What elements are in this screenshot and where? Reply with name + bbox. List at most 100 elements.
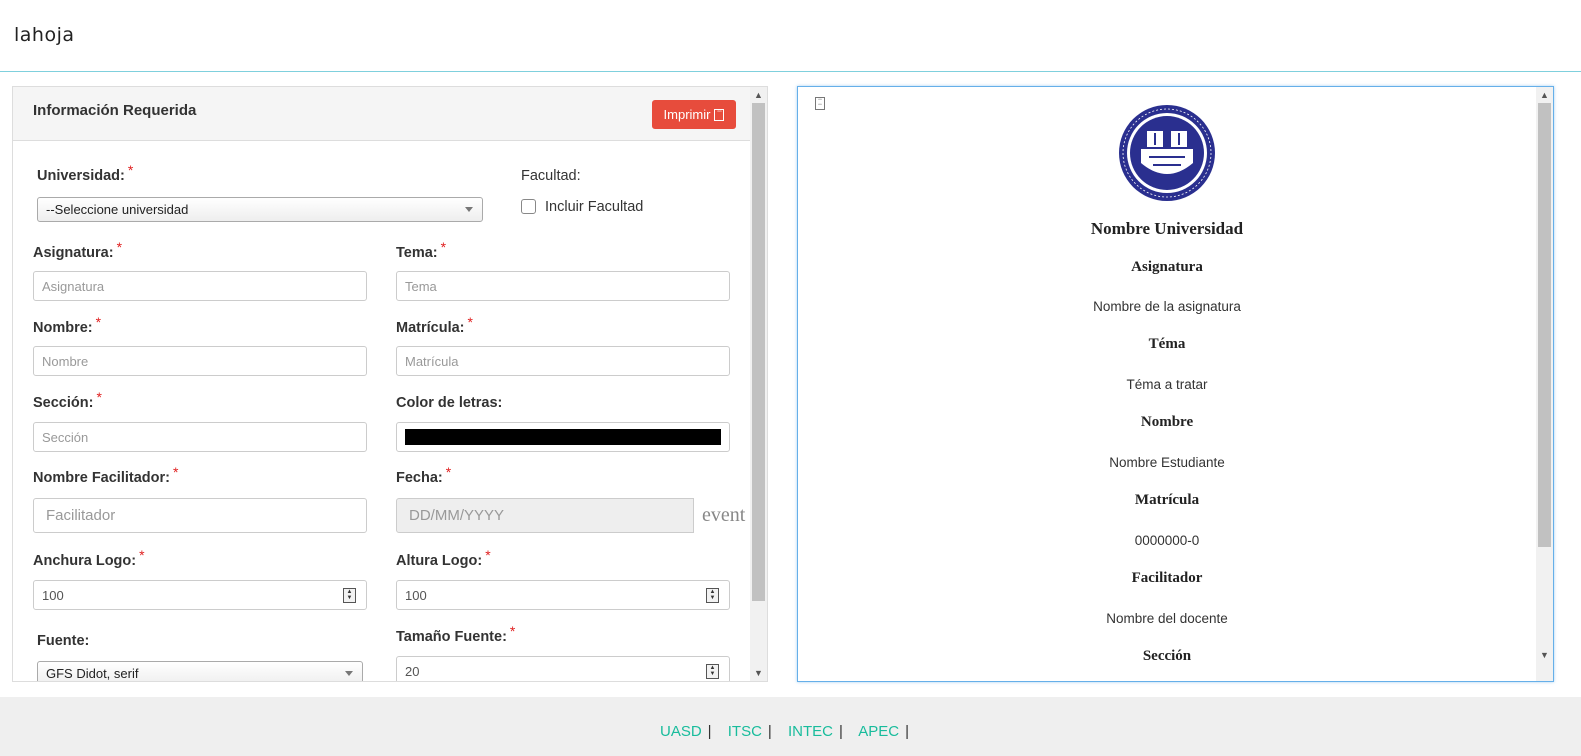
tema-placeholder: Tema (405, 278, 437, 294)
nombre-label: Nombre: * (33, 314, 101, 336)
fuente-selected: GFS Didot, serif (46, 666, 139, 681)
facilitador-label-text: Nombre Facilitador: (33, 470, 170, 486)
altura-logo-label: Altura Logo: * (396, 547, 491, 569)
preview-nombre-heading: Nombre (1140, 414, 1194, 430)
tema-input[interactable]: Tema (396, 271, 730, 301)
fuente-label: Fuente: (37, 633, 90, 649)
preview-matricula-heading: Matrícula (1134, 492, 1200, 508)
number-stepper-icon[interactable]: ▲ ▼ (343, 588, 356, 603)
preview-facilitador-heading: Facilitador (1131, 570, 1203, 586)
scroll-up-icon[interactable]: ▲ (1536, 87, 1553, 103)
matricula-label: Matrícula: * (396, 314, 473, 336)
brand-link[interactable]: lahoja (14, 24, 75, 46)
nombre-label-text: Nombre: (33, 320, 93, 336)
university-seal-logo (1119, 105, 1215, 201)
seccion-placeholder: Sección (42, 429, 89, 445)
asignatura-placeholder: Asignatura (42, 278, 105, 294)
number-stepper-icon[interactable]: ▲ ▼ (706, 664, 719, 679)
facilitador-input[interactable]: Facilitador (33, 498, 367, 533)
matricula-label-text: Matrícula: (396, 320, 465, 336)
required-asterisk: * (485, 547, 491, 563)
scroll-down-icon[interactable]: ▼ (750, 665, 767, 681)
preview-universidad: Nombre Universidad (1090, 219, 1244, 238)
preview-nombre-text: Nombre Estudiante (1109, 455, 1225, 470)
navbar: lahoja (0, 0, 1581, 72)
broken-image-icon: ▫▫ ▫▫ (815, 97, 825, 110)
altura-logo-value: 100 (405, 587, 427, 603)
form-scrollbar[interactable]: ▲ ▼ (750, 87, 767, 681)
seccion-input[interactable]: Sección (33, 422, 367, 452)
universidad-selected: --Seleccione universidad (46, 202, 189, 217)
tema-label: Tema: * (396, 239, 446, 261)
preview-tema-text: Téma a tratar (1126, 377, 1208, 392)
asignatura-input[interactable]: Asignatura (33, 271, 367, 301)
scrollbar-thumb[interactable] (752, 103, 765, 601)
required-asterisk: * (96, 389, 102, 405)
panel-title: Información Requerida (33, 102, 197, 119)
facilitador-placeholder: Facilitador (46, 507, 116, 524)
footer: UASD | ITSC | INTEC | APEC | (0, 697, 1581, 756)
facilitador-label: Nombre Facilitador: * (33, 464, 178, 486)
matricula-input[interactable]: Matrícula (396, 346, 730, 376)
panel-heading: Información Requerida Imprimir ▫▫ (13, 87, 751, 141)
color-letras-label: Color de letras: (396, 395, 503, 411)
footer-link-uasd[interactable]: UASD (660, 723, 702, 740)
chevron-down-icon (465, 207, 473, 212)
universidad-label-text: Universidad: (37, 168, 125, 184)
incluir-facultad-label: Incluir Facultad (545, 199, 644, 215)
incluir-facultad-checkbox[interactable] (521, 199, 536, 214)
anchura-logo-label-text: Anchura Logo: (33, 553, 137, 569)
required-asterisk: * (95, 314, 102, 330)
fecha-label: Fecha: * (396, 464, 451, 486)
color-swatch (405, 429, 721, 445)
footer-link-intec[interactable]: INTEC (788, 723, 833, 740)
altura-logo-label-text: Altura Logo: (396, 553, 483, 569)
print-button[interactable]: Imprimir ▫▫ (652, 100, 736, 129)
form-panel: Información Requerida Imprimir ▫▫ Univer… (12, 86, 768, 682)
seccion-label-text: Sección: (33, 395, 94, 411)
scrollbar-thumb[interactable] (1538, 103, 1551, 547)
preview-facilitador-text: Nombre del docente (1106, 611, 1228, 626)
tamano-fuente-value: 20 (405, 663, 420, 679)
preview-scrollbar[interactable]: ▲ ▼ (1536, 87, 1553, 681)
separator: | (767, 723, 772, 740)
required-asterisk: * (467, 314, 473, 330)
preview-frame[interactable]: ▫▫ ▫▫ Nombre Universidad Asignatura Nombr… (797, 86, 1554, 682)
fecha-label-text: Fecha: (396, 470, 443, 486)
anchura-logo-input[interactable]: 100 ▲ ▼ (33, 580, 367, 610)
footer-link-itsc[interactable]: ITSC (728, 723, 762, 740)
universidad-select[interactable]: --Seleccione universidad (37, 197, 483, 222)
nombre-input[interactable]: Nombre (33, 346, 367, 376)
fuente-select[interactable]: GFS Didot, serif (37, 661, 363, 681)
facultad-label: Facultad: (521, 168, 581, 184)
separator: | (905, 723, 910, 740)
anchura-logo-label: Anchura Logo: * (33, 547, 145, 569)
preview-matricula-text: 0000000-0 (1134, 533, 1200, 548)
required-asterisk: * (445, 464, 452, 480)
footer-links: UASD | ITSC | INTEC | APEC | (0, 723, 1581, 740)
anchura-logo-value: 100 (42, 587, 64, 603)
nombre-placeholder: Nombre (42, 353, 89, 369)
asignatura-label-text: Asignatura: (33, 245, 114, 261)
matricula-placeholder: Matrícula (405, 353, 459, 369)
preview-tema-heading: Téma (1148, 336, 1186, 352)
preview-asignatura-heading: Asignatura (1131, 259, 1203, 275)
preview-seccion-heading: Sección (1142, 648, 1192, 664)
required-asterisk: * (127, 162, 134, 178)
required-asterisk: * (139, 547, 145, 563)
preview-asignatura-text: Nombre de la asignatura (1093, 299, 1241, 314)
calendar-event-icon[interactable]: event (693, 498, 745, 533)
number-stepper-icon[interactable]: ▲ ▼ (706, 588, 719, 603)
required-asterisk: * (172, 464, 179, 480)
tamano-fuente-input[interactable]: 20 ▲ ▼ (396, 656, 730, 681)
fecha-input[interactable]: DD/MM/YYYY event (396, 498, 745, 533)
chevron-down-icon (345, 671, 353, 676)
print-button-label: Imprimir (663, 107, 711, 122)
footer-link-apec[interactable]: APEC (858, 723, 899, 740)
fecha-placeholder: DD/MM/YYYY (409, 507, 505, 524)
altura-logo-input[interactable]: 100 ▲ ▼ (396, 580, 730, 610)
color-letras-picker[interactable] (396, 422, 730, 452)
scroll-up-icon[interactable]: ▲ (750, 87, 767, 103)
scroll-down-icon[interactable]: ▼ (1536, 647, 1553, 663)
required-asterisk: * (509, 623, 516, 639)
